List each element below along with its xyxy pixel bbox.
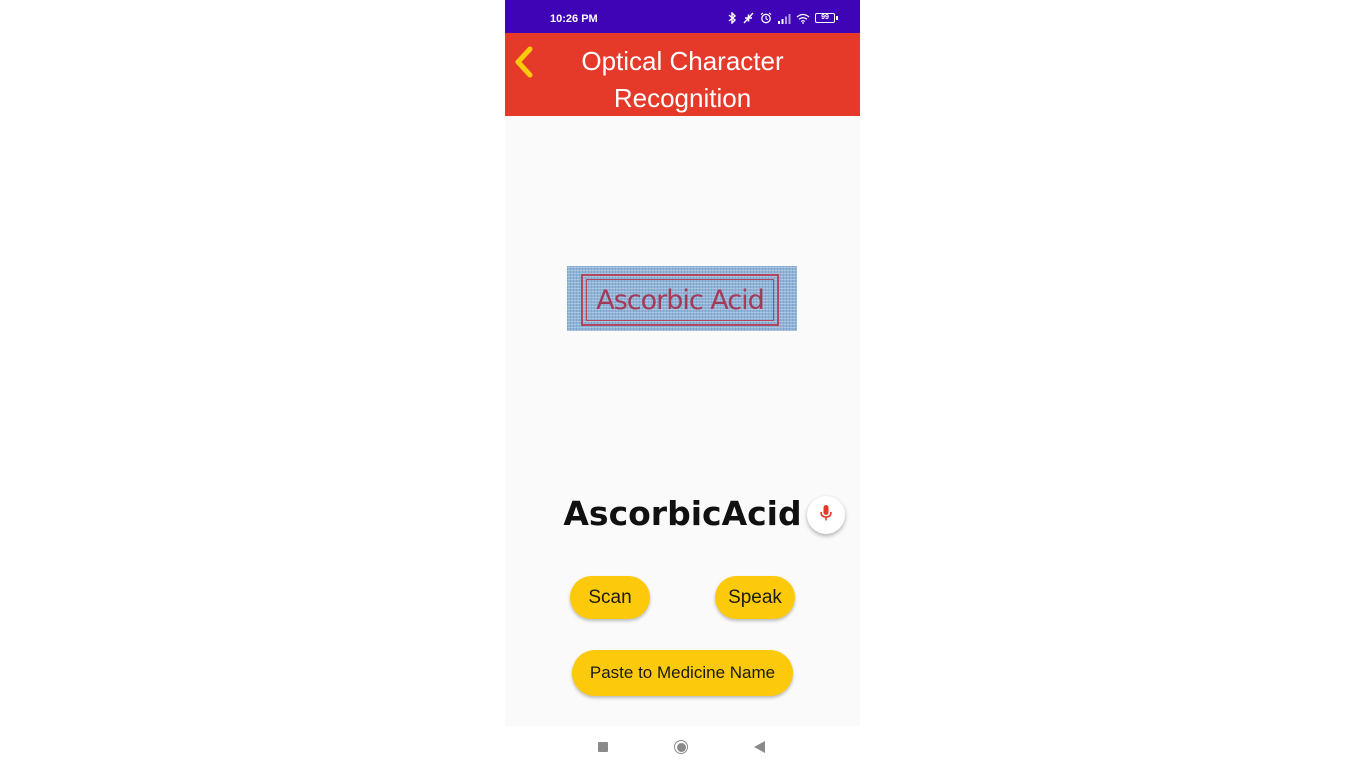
wifi-icon bbox=[796, 13, 810, 24]
home-icon[interactable] bbox=[674, 740, 688, 754]
alarm-icon bbox=[760, 12, 772, 24]
signal-icon bbox=[777, 13, 791, 24]
chevron-left-icon bbox=[513, 45, 535, 84]
scanned-image-text: Ascorbic Acid bbox=[586, 279, 774, 321]
status-time: 10:26 PM bbox=[550, 13, 598, 25]
phone-screen: 10:26 PM 99 Optical Character Recognitio… bbox=[505, 0, 860, 768]
battery-icon: 99 bbox=[815, 13, 838, 23]
paste-to-medicine-name-button[interactable]: Paste to Medicine Name bbox=[572, 650, 793, 696]
home-icon-dot bbox=[676, 742, 686, 752]
scanned-image: Ascorbic Acid bbox=[567, 266, 797, 331]
speak-button[interactable]: Speak bbox=[715, 576, 795, 619]
scan-button[interactable]: Scan bbox=[570, 576, 650, 619]
back-icon[interactable] bbox=[754, 741, 765, 753]
back-button[interactable] bbox=[507, 45, 541, 83]
app-bar: Optical Character Recognition bbox=[505, 33, 860, 116]
recognized-text: AscorbicAcid bbox=[563, 494, 802, 533]
status-icons: 99 bbox=[728, 11, 838, 25]
microphone-icon bbox=[819, 504, 833, 527]
recents-icon[interactable] bbox=[598, 742, 608, 752]
stamp-border: Ascorbic Acid bbox=[581, 274, 779, 326]
battery-level: 99 bbox=[815, 13, 835, 23]
page-title: Optical Character Recognition bbox=[581, 46, 784, 113]
dnd-icon bbox=[742, 12, 755, 24]
microphone-button[interactable] bbox=[807, 496, 845, 534]
status-bar: 10:26 PM 99 bbox=[505, 0, 860, 33]
navigation-bar bbox=[505, 726, 860, 768]
bluetooth-icon bbox=[728, 12, 737, 24]
